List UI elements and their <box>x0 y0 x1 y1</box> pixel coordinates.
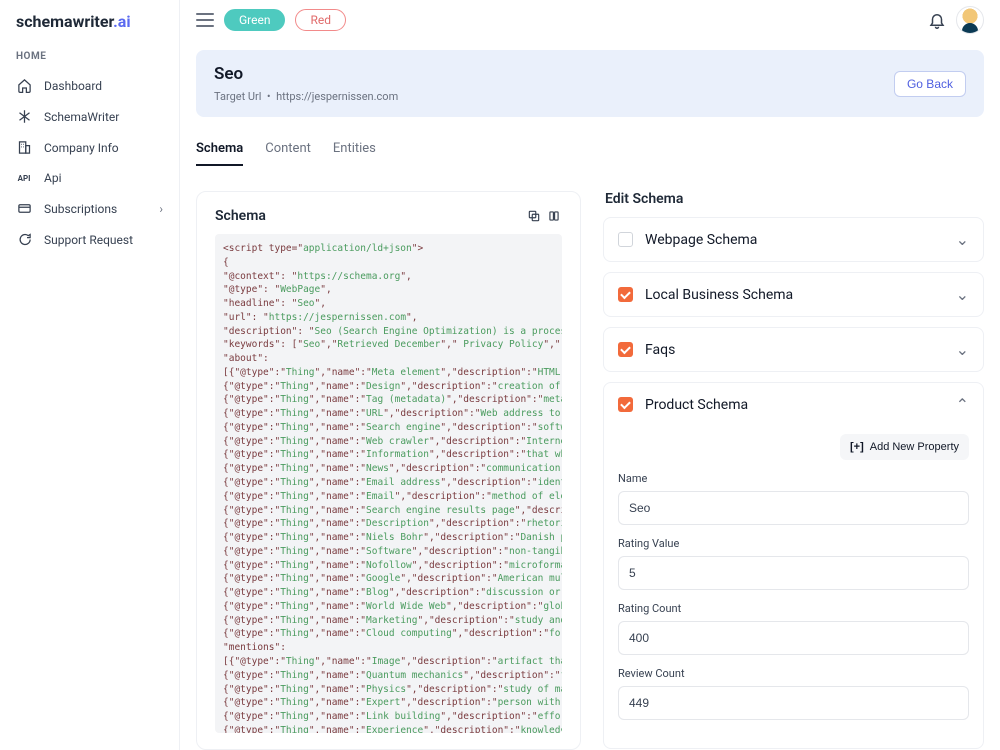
tab-schema[interactable]: Schema <box>196 133 243 166</box>
accordion-header[interactable]: Faqs ⌄ <box>604 328 983 371</box>
chevron-up-icon: ⌃ <box>956 395 969 414</box>
sidebar-item-dashboard[interactable]: Dashboard <box>0 70 179 101</box>
sidebar-section-label: HOME <box>0 51 179 70</box>
rating-value-input[interactable] <box>618 556 969 590</box>
sidebar-item-label: Subscriptions <box>44 202 117 216</box>
sidebar-item-label: Company Info <box>44 141 119 155</box>
snowflake-icon <box>16 109 32 124</box>
tab-content[interactable]: Content <box>265 133 311 166</box>
accordion-webpage-schema: Webpage Schema ⌄ <box>603 217 984 262</box>
checkbox-icon[interactable] <box>618 232 633 247</box>
page-header: Seo Target Url • https://jespernissen.co… <box>196 50 984 117</box>
field-label: Rating Count <box>618 602 969 615</box>
sidebar-item-label: Api <box>44 171 61 185</box>
review-count-input[interactable] <box>618 686 969 720</box>
brand-logo: schemawriter.ai <box>0 8 179 51</box>
target-url-value: https://jespernissen.com <box>276 90 398 103</box>
sidebar-item-label: SchemaWriter <box>44 110 119 124</box>
sidebar: schemawriter.ai HOME Dashboard SchemaWri… <box>0 0 180 750</box>
chevron-down-icon: ⌄ <box>956 285 969 304</box>
accordion-product-schema: Product Schema ⌃ [+] Add New Property <box>603 382 984 749</box>
accordion-local-business-schema: Local Business Schema ⌄ <box>603 272 984 317</box>
field-label: Name <box>618 472 969 485</box>
brand-ai: .ai <box>113 12 130 31</box>
checkbox-icon[interactable] <box>618 287 633 302</box>
card-icon <box>16 201 32 216</box>
name-input[interactable] <box>618 491 969 525</box>
target-url-label: Target Url <box>214 90 261 103</box>
copy-icon[interactable] <box>526 208 542 224</box>
field-review-count: Review Count <box>618 667 969 720</box>
duplicate-icon[interactable] <box>546 208 562 224</box>
menu-toggle-icon[interactable] <box>196 13 214 27</box>
api-icon: API <box>16 174 32 183</box>
sidebar-item-schemawriter[interactable]: SchemaWriter <box>0 101 179 132</box>
accordion-label: Product Schema <box>645 397 748 413</box>
schema-panel-title: Schema <box>215 208 266 224</box>
accordion-label: Local Business Schema <box>645 287 793 303</box>
chevron-down-icon: ⌄ <box>956 340 969 359</box>
schema-panel: Schema <script type="application/ld+json… <box>196 191 581 750</box>
checkbox-icon[interactable] <box>618 397 633 412</box>
go-back-button[interactable]: Go Back <box>894 71 966 97</box>
plus-icon: [+] <box>850 441 864 453</box>
accordion-body: [+] Add New Property Name Rating Value <box>604 426 983 748</box>
main: Green Red Seo Target Url • https://jespe… <box>180 0 1000 750</box>
field-label: Rating Value <box>618 537 969 550</box>
sidebar-item-company-info[interactable]: Company Info <box>0 132 179 163</box>
field-label: Review Count <box>618 667 969 680</box>
checkbox-icon[interactable] <box>618 342 633 357</box>
chevron-right-icon: › <box>159 202 163 216</box>
accordion-faqs: Faqs ⌄ <box>603 327 984 372</box>
chevron-down-icon: ⌄ <box>956 230 969 249</box>
topbar: Green Red <box>180 0 1000 40</box>
pill-red[interactable]: Red <box>295 9 346 31</box>
accordion-header[interactable]: Webpage Schema ⌄ <box>604 218 983 261</box>
brand-text: schemawriter <box>16 12 113 31</box>
chat-icon <box>16 232 32 247</box>
home-icon <box>16 78 32 93</box>
bell-icon[interactable] <box>928 11 946 29</box>
building-icon <box>16 140 32 155</box>
field-name: Name <box>618 472 969 525</box>
tab-entities[interactable]: Entities <box>333 133 376 166</box>
sidebar-item-label: Support Request <box>44 233 133 247</box>
accordion-header[interactable]: Product Schema ⌃ <box>604 383 983 426</box>
accordion-label: Faqs <box>645 342 675 358</box>
field-rating-count: Rating Count <box>618 602 969 655</box>
edit-schema-title: Edit Schema <box>603 191 984 207</box>
accordion-header[interactable]: Local Business Schema ⌄ <box>604 273 983 316</box>
page-title: Seo <box>214 64 398 84</box>
field-rating-value: Rating Value <box>618 537 969 590</box>
add-property-button[interactable]: [+] Add New Property <box>840 434 969 460</box>
target-url-row: Target Url • https://jespernissen.com <box>214 90 398 103</box>
sidebar-item-api[interactable]: API Api <box>0 163 179 193</box>
dot-separator: • <box>267 90 271 103</box>
sidebar-item-subscriptions[interactable]: Subscriptions › <box>0 193 179 224</box>
accordion-label: Webpage Schema <box>645 232 757 248</box>
add-property-label: Add New Property <box>870 441 959 453</box>
edit-schema-panel: Edit Schema Webpage Schema ⌄ Local Busin… <box>603 191 984 750</box>
sidebar-item-support[interactable]: Support Request <box>0 224 179 255</box>
avatar[interactable] <box>956 6 984 34</box>
schema-code[interactable]: <script type="application/ld+json"> { "@… <box>215 234 562 733</box>
sidebar-item-label: Dashboard <box>44 79 102 93</box>
rating-count-input[interactable] <box>618 621 969 655</box>
pill-green[interactable]: Green <box>224 9 285 31</box>
tabs: Schema Content Entities <box>196 133 984 167</box>
